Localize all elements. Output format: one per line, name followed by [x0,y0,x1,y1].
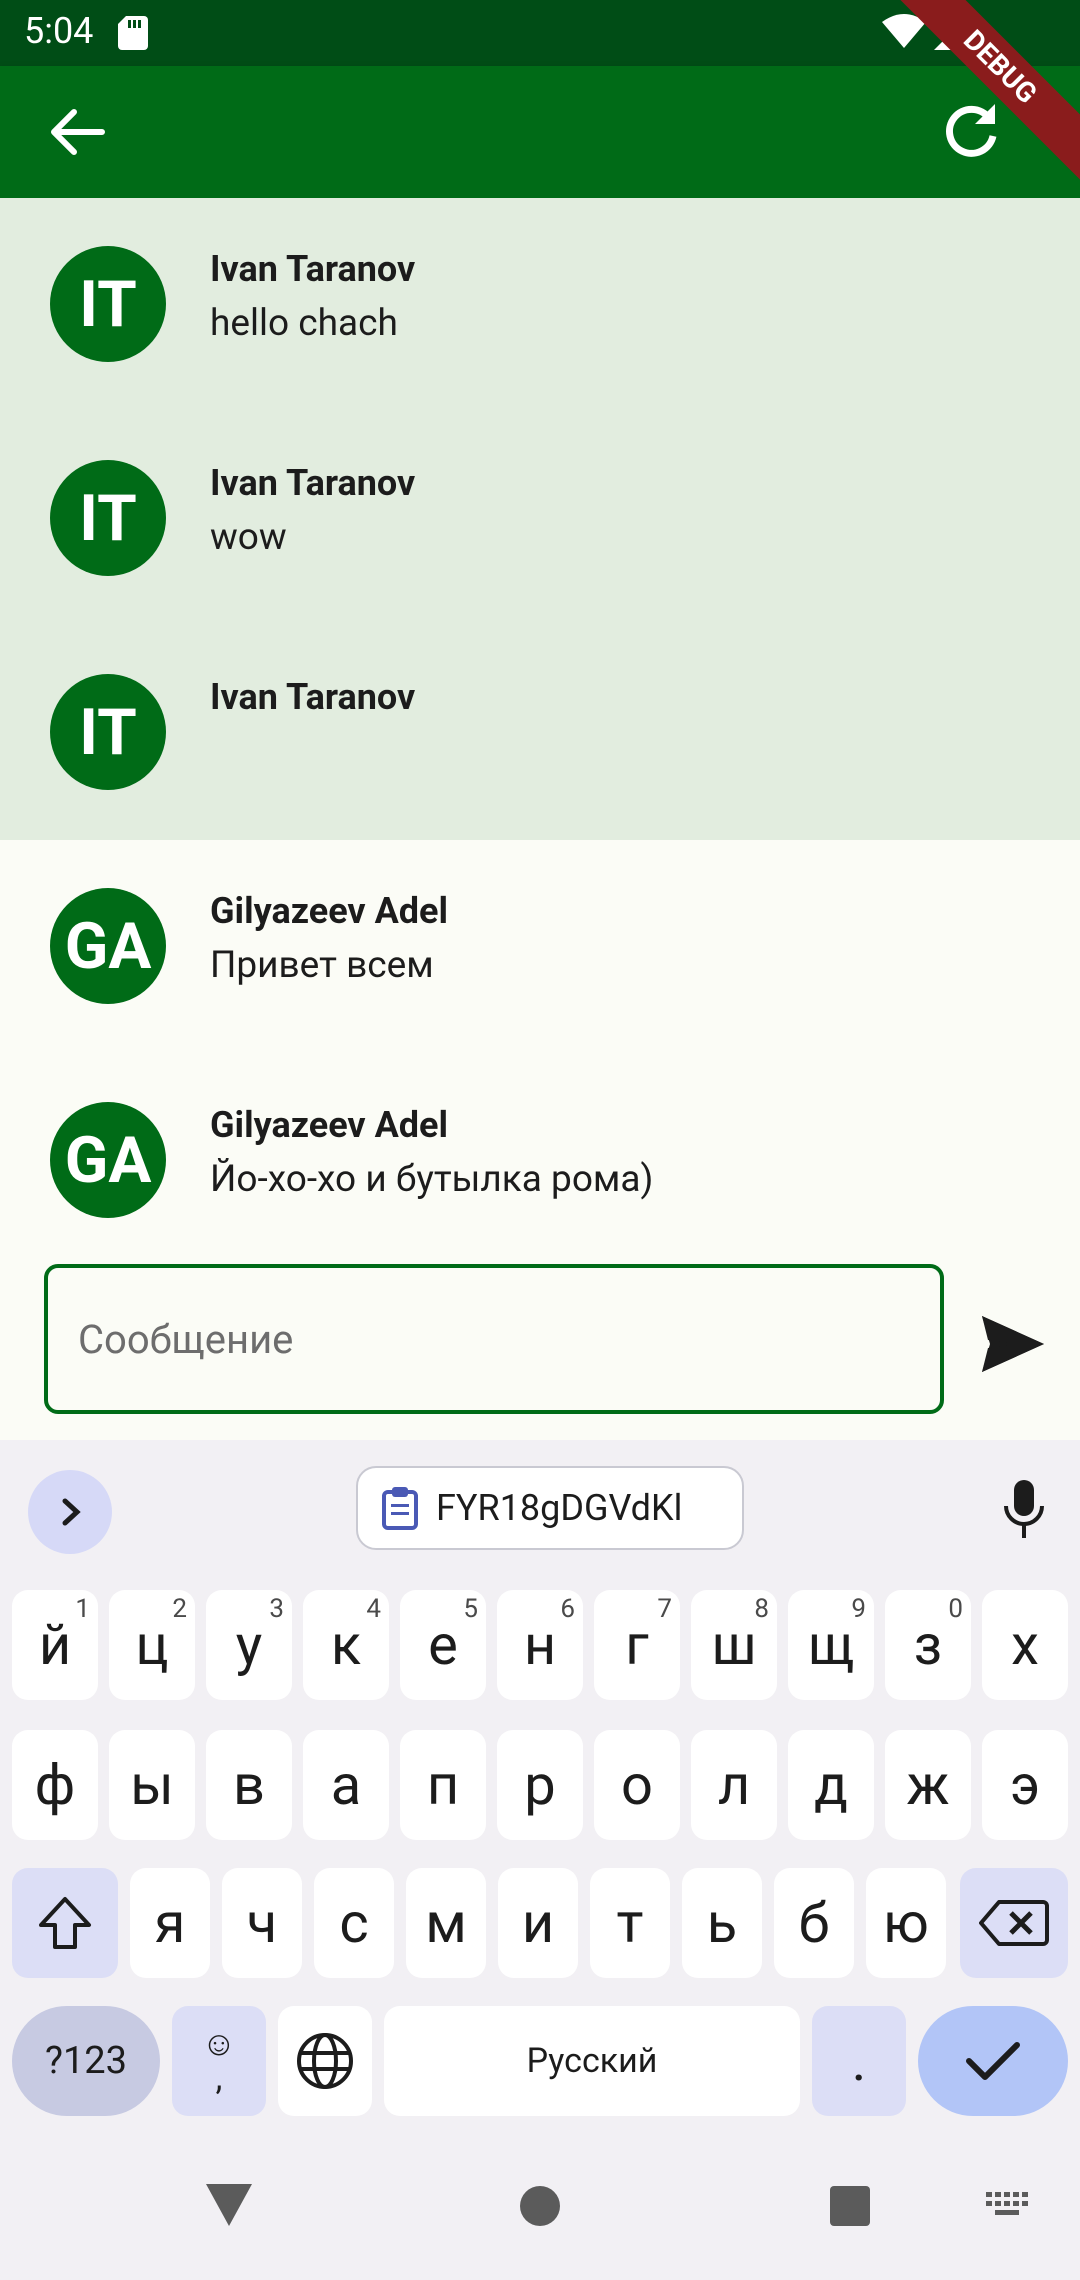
message-item[interactable]: GA Gilyazeev Adel Йо-хо-хо и бутылка ром… [0,1054,1080,1260]
backspace-icon [979,1900,1049,1946]
back-triangle-icon[interactable] [204,2182,254,2228]
emoji-comma-key[interactable]: ☺ , [172,2006,266,2116]
message-text: hello chach [210,302,398,345]
sender-name: Ivan Taranov [210,676,416,718]
key[interactable]: п [400,1730,486,1840]
key[interactable]: е5 [400,1590,486,1700]
sender-name: Gilyazeev Adel [210,890,449,932]
microphone-icon[interactable] [1000,1478,1048,1540]
key[interactable]: с [314,1868,394,1978]
key[interactable]: р [497,1730,583,1840]
key[interactable]: а [303,1730,389,1840]
message-input-placeholder: Сообщение [78,1315,294,1363]
checkmark-icon [966,2042,1020,2080]
key[interactable]: щ9 [788,1590,874,1700]
sender-name: Ivan Taranov [210,462,416,504]
key[interactable]: ж [885,1730,971,1840]
sender-name: Gilyazeev Adel [210,1104,449,1146]
key[interactable]: ф [12,1730,98,1840]
app-bar [0,66,1080,198]
emoji-icon: ☺ [201,2024,237,2064]
message-text: Привет всем [210,944,434,987]
key[interactable]: ч [222,1868,302,1978]
key[interactable]: в [206,1730,292,1840]
system-nav-bar [0,2140,1080,2280]
refresh-icon[interactable] [935,96,1007,168]
numbers-key[interactable]: ?123 [12,2006,160,2116]
message-input[interactable]: Сообщение [44,1264,944,1414]
key[interactable]: ы [109,1730,195,1840]
shift-key[interactable] [12,1868,118,1978]
message-item[interactable]: IT Ivan Taranov wow [0,412,1080,626]
key[interactable]: л [691,1730,777,1840]
avatar: IT [50,460,166,576]
chevron-right-icon[interactable] [28,1470,112,1554]
composer: Сообщение [0,1260,1080,1440]
message-text: wow [210,516,287,559]
message-item[interactable]: IT Ivan Taranov hello chach [0,198,1080,412]
shift-icon [39,1897,91,1949]
key[interactable]: г7 [594,1590,680,1700]
keyboard: FYR18gDGVdKl й1 ц2 у3 к4 е5 н6 г7 ш8 щ9 … [0,1440,1080,2140]
backspace-key[interactable] [960,1868,1068,1978]
enter-key[interactable] [918,2006,1068,2116]
sd-card-icon [118,16,148,50]
arrow-left-icon[interactable] [42,102,112,162]
space-key[interactable]: Русский [384,2006,800,2116]
key[interactable]: н6 [497,1590,583,1700]
status-time: 5:04 [24,10,94,52]
keyboard-toolbar: FYR18gDGVdKl [0,1440,1080,1570]
key[interactable]: я [130,1868,210,1978]
key[interactable]: к4 [303,1590,389,1700]
key[interactable]: э [982,1730,1068,1840]
key[interactable]: ю [866,1868,946,1978]
avatar: GA [50,1102,166,1218]
clipboard-icon [382,1487,418,1530]
sender-name: Ivan Taranov [210,248,416,290]
home-circle-icon[interactable] [518,2184,562,2228]
clipboard-suggestion[interactable]: FYR18gDGVdKl [356,1466,744,1550]
message-text: Йо-хо-хо и бутылка рома) [210,1158,654,1201]
key[interactable]: ш8 [691,1590,777,1700]
key[interactable]: ц2 [109,1590,195,1700]
key[interactable]: х [982,1590,1068,1700]
key[interactable]: й1 [12,1590,98,1700]
key[interactable]: м [406,1868,486,1978]
globe-icon [297,2033,353,2089]
avatar: IT [50,246,166,362]
key[interactable]: б [774,1868,854,1978]
message-item[interactable]: GA Gilyazeev Adel Привет всем [0,840,1080,1054]
clipboard-text: FYR18gDGVdKl [436,1487,683,1529]
key[interactable]: з0 [885,1590,971,1700]
message-list[interactable]: IT Ivan Taranov hello chach IT Ivan Tara… [0,198,1080,1260]
send-icon[interactable] [978,1312,1048,1376]
key[interactable]: т [590,1868,670,1978]
key[interactable]: д [788,1730,874,1840]
key[interactable]: и [498,1868,578,1978]
key[interactable]: у3 [206,1590,292,1700]
keyboard-switch-icon[interactable] [986,2192,1030,2222]
period-key[interactable]: . [812,2006,906,2116]
avatar: GA [50,888,166,1004]
message-item[interactable]: IT Ivan Taranov [0,626,1080,840]
avatar: IT [50,674,166,790]
recents-square-icon[interactable] [828,2184,872,2228]
key[interactable]: о [594,1730,680,1840]
language-key[interactable] [278,2006,372,2116]
key[interactable]: ь [682,1868,762,1978]
